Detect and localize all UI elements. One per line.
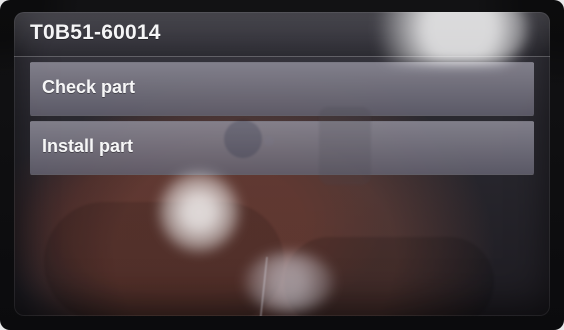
reflection-shape [44,202,284,316]
reflection-line [258,256,268,316]
menu-item-label: Check part [42,77,136,97]
menu-item-install-part[interactable]: Install part [30,121,534,175]
glare [159,172,239,252]
main-menu: Check part Install part [30,62,534,180]
glare [244,252,334,312]
device-bezel: T0B51-60014 Check part Install part [0,0,564,330]
menu-item-label: Install part [42,136,134,156]
title-bar: T0B51-60014 [14,12,550,57]
window-title: T0B51-60014 [30,21,161,44]
display-screen: T0B51-60014 Check part Install part [14,12,550,316]
reflection-shape [284,237,494,316]
menu-item-check-part[interactable]: Check part [30,62,534,116]
